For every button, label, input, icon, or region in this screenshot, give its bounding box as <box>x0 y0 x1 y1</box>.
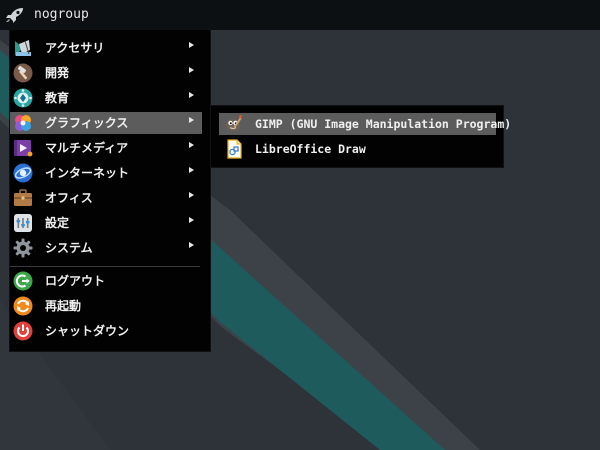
menu-item-graphics[interactable]: グラフィックス <box>10 112 202 134</box>
top-panel: nogroup <box>0 0 600 30</box>
shutdown-icon <box>13 321 33 341</box>
education-icon <box>13 88 33 108</box>
submenu-arrow-icon <box>189 42 194 48</box>
submenu-arrow-icon <box>189 117 194 123</box>
submenu-arrow-icon <box>189 92 194 98</box>
menu-item-label: 教育 <box>45 91 70 105</box>
submenu-arrow-icon <box>189 67 194 73</box>
menu-item-multimedia[interactable]: マルチメディア <box>10 137 202 159</box>
submenu-item-libreoffice-draw[interactable]: LibreOffice Draw <box>219 138 496 160</box>
submenu-item-gimp[interactable]: GIMP (GNU Image Manipulation Program) <box>219 113 511 135</box>
menu-item-restart[interactable]: 再起動 <box>10 295 202 317</box>
menu-item-label: シャットダウン <box>45 324 130 338</box>
development-hammer-icon <box>13 63 33 83</box>
menu-item-system[interactable]: システム <box>10 237 202 259</box>
menu-separator <box>10 266 200 267</box>
submenu-arrow-icon <box>189 192 194 198</box>
menu-item-internet[interactable]: インターネット <box>10 162 202 184</box>
menu-item-label: ログアウト <box>45 274 106 288</box>
system-gear-icon <box>13 238 33 258</box>
accessories-icon <box>15 40 31 56</box>
internet-globe-icon <box>13 163 33 183</box>
menu-item-shutdown[interactable]: シャットダウン <box>10 320 202 342</box>
graphics-icon <box>15 115 31 131</box>
menu-item-label: 再起動 <box>45 299 82 313</box>
launcher-label: nogroup <box>34 7 89 22</box>
restart-icon <box>13 296 33 316</box>
menu-item-label: オフィス <box>45 191 93 205</box>
submenu-arrow-icon <box>189 217 194 223</box>
submenu-arrow-icon <box>189 142 194 148</box>
menu-item-education[interactable]: 教育 <box>10 87 202 109</box>
menu-item-label: マルチメディア <box>45 141 129 155</box>
menu-item-accessories[interactable]: アクセサリ <box>10 37 202 59</box>
submenu-item-label: GIMP (GNU Image Manipulation Program) <box>255 117 512 131</box>
rocket-icon <box>6 8 23 23</box>
menu-item-label: グラフィックス <box>45 116 129 130</box>
submenu-item-label: LibreOffice Draw <box>255 142 366 156</box>
menu-item-logout[interactable]: ログアウト <box>10 270 202 292</box>
menu-item-label: 設定 <box>45 216 70 230</box>
logout-icon <box>13 271 33 291</box>
menu-item-label: システム <box>45 241 93 255</box>
multimedia-icon <box>14 140 33 157</box>
submenu-arrow-icon <box>189 242 194 248</box>
application-launcher-button[interactable]: nogroup <box>0 0 110 30</box>
office-briefcase-icon <box>14 189 32 206</box>
gimp-icon <box>226 114 243 131</box>
menu-item-office[interactable]: オフィス <box>10 187 202 209</box>
menu-item-label: 開発 <box>45 66 70 80</box>
libreoffice-draw-icon <box>227 139 242 159</box>
menu-item-development[interactable]: 開発 <box>10 62 202 84</box>
menu-item-label: アクセサリ <box>45 41 105 55</box>
menu-item-settings[interactable]: 設定 <box>10 212 202 234</box>
submenu-arrow-icon <box>189 167 194 173</box>
settings-icon <box>14 214 32 232</box>
menu-item-label: インターネット <box>45 166 130 180</box>
desktop: nogroup アクセサリ 開発 教育 グラフィックス マルチメディア インター… <box>0 0 600 450</box>
